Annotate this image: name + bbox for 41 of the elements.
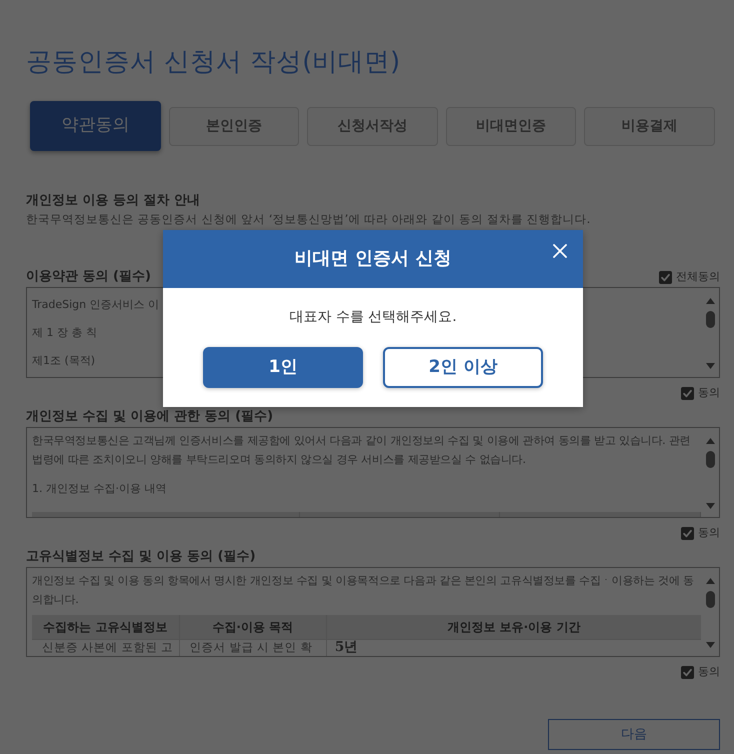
checkbox-icon[interactable]: [659, 270, 672, 284]
text-line: 제 1 장 총 칙: [32, 325, 97, 341]
scroll-down-arrow-icon[interactable]: [706, 503, 715, 509]
scroll-up-arrow-icon[interactable]: [706, 578, 715, 584]
next-button[interactable]: 다음: [548, 719, 720, 750]
table-cell: 5년: [326, 639, 701, 656]
section-heading: 고유식별정보 수집 및 이용 동의 (필수): [26, 549, 256, 565]
scrollbar-thumb[interactable]: [706, 451, 715, 468]
scroll-down-arrow-icon[interactable]: [706, 363, 715, 369]
notice-text: 한국무역정보통신은 공동인증서 신청에 앞서 ‘정보통신망법’에 따라 아래와 같이 동의 절차를 진행합니다.: [26, 211, 590, 228]
paragraph: 한국무역정보통신은 고객님께 인증서비스를 제공함에 있어서 다음과 같이 개인정보의 수집 및 이용에 관하여 동의를 받고 있습니다. 관련 법령에 따른 조치이오니 양해를 부탁드리오며 동의하지 않으실 경우 서비스를 제공받으실 수 없습니다.: [32, 433, 692, 468]
section-heading: 이용약관 동의 (필수): [26, 269, 151, 285]
agree-checkbox[interactable]: 동의: [681, 663, 720, 681]
table-header-cell: 수집하는 고유식별정보: [32, 615, 180, 639]
option-button[interactable]: 1인: [203, 347, 363, 388]
page-title: 공동인증서 신청서 작성(비대면): [26, 46, 400, 79]
checkbox-icon[interactable]: [681, 666, 694, 678]
text-line: 1. 개인정보 수집·이용 내역: [32, 481, 166, 497]
agree-checkbox[interactable]: 동의: [681, 384, 720, 402]
section-heading: 개인정보 이용 등의 절차 안내: [26, 192, 200, 210]
section-heading: 개인정보 수집 및 이용에 관한 동의 (필수): [26, 409, 274, 425]
scroll-down-arrow-icon[interactable]: [706, 642, 715, 648]
table-header-cell: 수집·이용 목적: [179, 615, 326, 639]
text-line: TradeSign 인증서비스 이: [32, 297, 160, 313]
scroll-up-arrow-icon[interactable]: [706, 438, 715, 444]
agree-checkbox[interactable]: 동의: [681, 524, 720, 542]
agree-all-checkbox[interactable]: 전체동의: [659, 268, 720, 286]
scroll-up-arrow-icon[interactable]: [706, 298, 715, 304]
checkbox-icon[interactable]: [681, 386, 694, 400]
checkbox-icon[interactable]: [681, 526, 694, 540]
table-header-cell: 개인정보 보유·이용 기간: [326, 615, 701, 639]
option-button[interactable]: 2인 이상: [383, 347, 543, 388]
table-cell: 신분증 사본에 포함된 고: [32, 639, 180, 656]
dialog-message: 대표자 수를 선택해주세요.: [289, 308, 457, 326]
table-cell: 인증서 발급 시 본인 확: [179, 639, 326, 656]
paragraph: 개인정보 수집 및 이용 동의 항목에서 명시한 개인정보 수집 및 이용목적으로 다음과 같은 본인의 고유식별정보를 수집ㆍ이용하는 것에 동의합니다.: [32, 573, 695, 608]
step-tab[interactable]: 약관동의: [30, 101, 161, 151]
dialog-title: 비대면 인증서 신청: [294, 247, 452, 271]
text-line: 제1조 (목적): [32, 353, 96, 369]
scrollbar-thumb[interactable]: [706, 311, 715, 328]
scrollbar-thumb[interactable]: [706, 591, 715, 608]
